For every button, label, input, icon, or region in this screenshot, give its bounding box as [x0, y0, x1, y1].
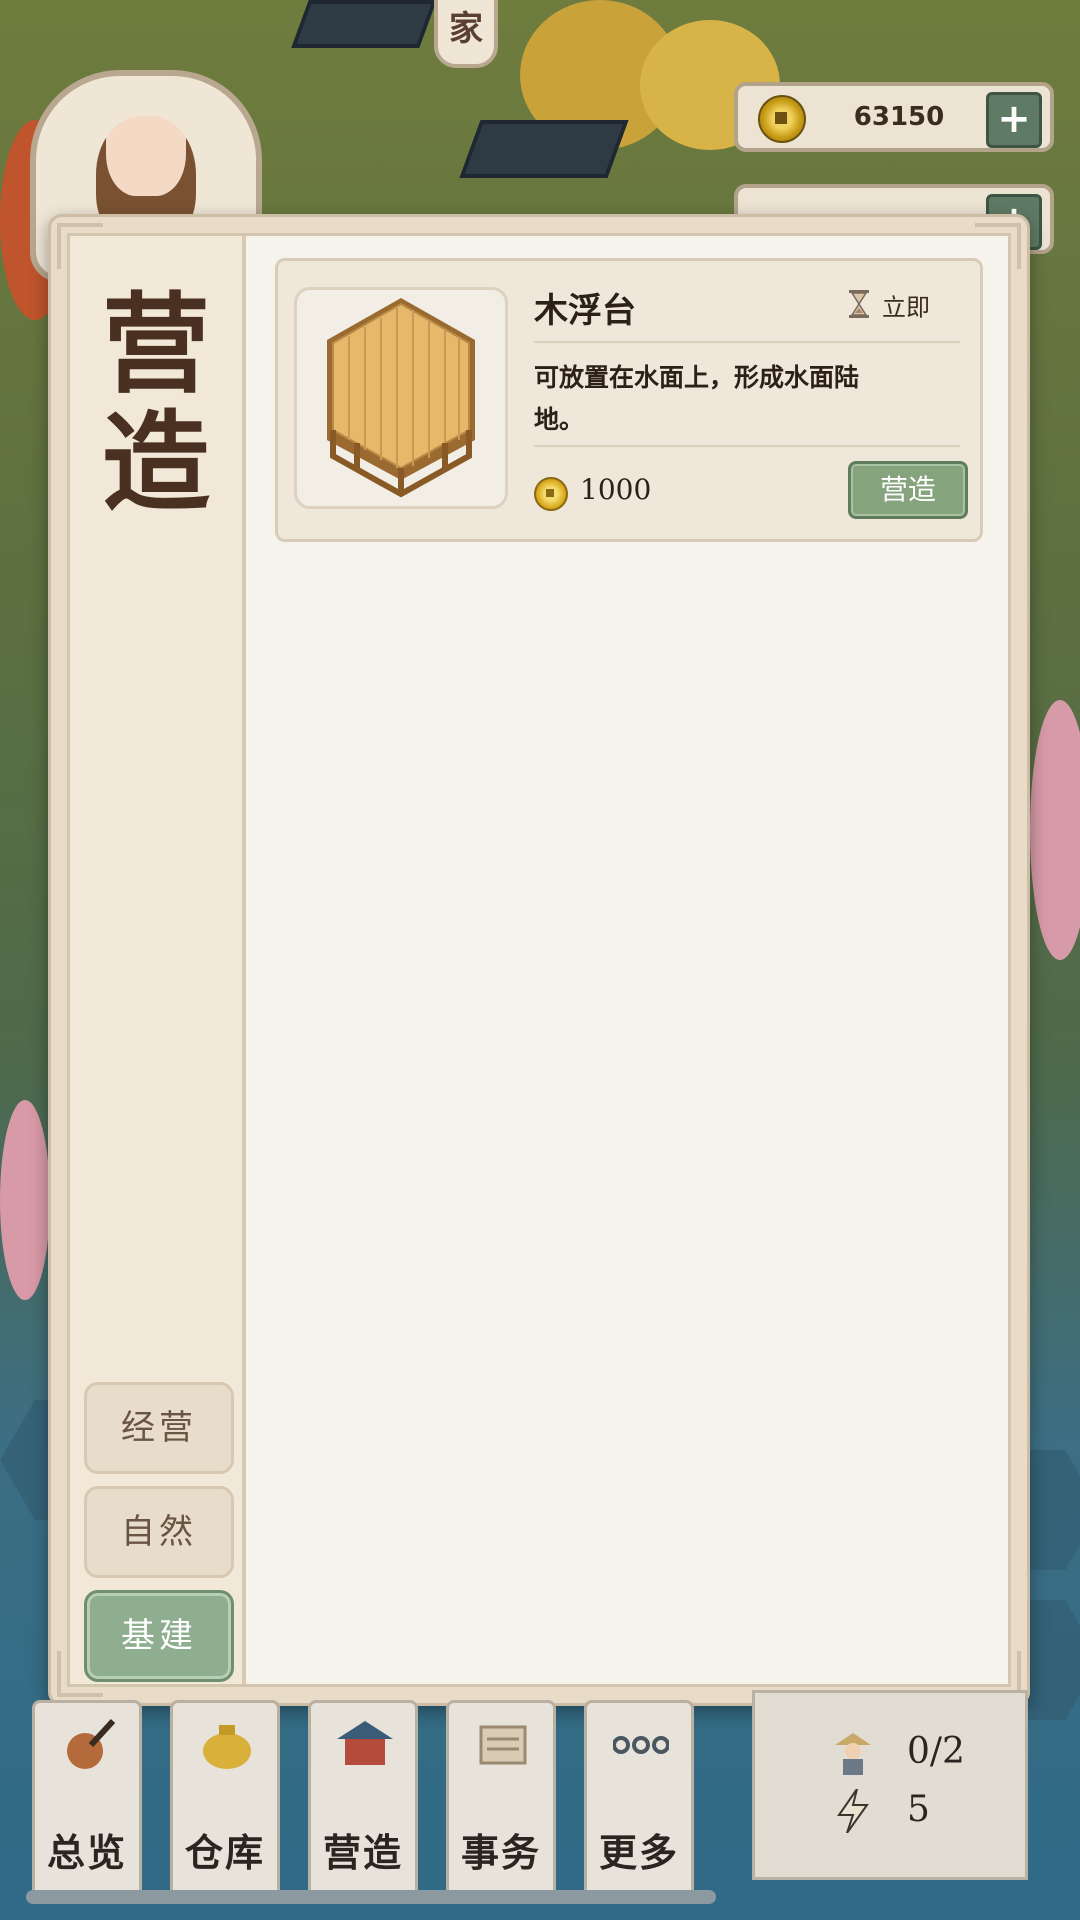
divider [534, 445, 960, 447]
documents-icon [475, 1717, 531, 1773]
more-icon [612, 1717, 670, 1773]
hourglass-icon [848, 289, 870, 329]
panel-title: 营 造 [70, 286, 242, 522]
build-item-card[interactable]: 木浮台 立即 可放置在水面上，形成水面陆地。 1000 营造 [275, 258, 983, 542]
nav-label: 更多 [598, 1830, 679, 1875]
build-panel: 营 造 经营 自然 基建 木浮台 立即 可放置在水面上，形成水面陆地。 1000… [48, 214, 1030, 1706]
house-roof [291, 0, 437, 48]
nav-label: 事务 [460, 1830, 541, 1875]
title-char-2: 造 [101, 400, 210, 526]
item-thumbnail [294, 287, 508, 509]
category-sidebar: 营 造 经营 自然 基建 [70, 236, 246, 1684]
nav-tab-overview[interactable]: 总览 [32, 1700, 142, 1900]
coin-icon [534, 477, 568, 511]
corner-ornament [57, 223, 103, 269]
family-tag[interactable]: 家 [434, 0, 498, 68]
nav-label: 总览 [46, 1830, 127, 1875]
add-coins-button[interactable]: + [986, 92, 1042, 148]
title-char-1: 营 [101, 282, 210, 408]
energy-value: 5 [907, 1789, 930, 1830]
nav-tab-more[interactable]: 更多 [584, 1700, 694, 1900]
money-bag-icon [199, 1717, 255, 1773]
corner-ornament [975, 223, 1021, 269]
divider [534, 341, 960, 343]
panel-content: 营 造 经营 自然 基建 木浮台 立即 可放置在水面上，形成水面陆地。 1000… [67, 233, 1011, 1687]
worker-icon [835, 1733, 871, 1784]
pavilion-icon [337, 1717, 393, 1773]
coin-icon [758, 95, 806, 143]
house-roof [459, 120, 629, 178]
build-time: 立即 [848, 289, 930, 325]
coin-value: 63150 [853, 102, 945, 132]
item-name: 木浮台 [534, 291, 636, 331]
nav-label: 营造 [322, 1830, 403, 1875]
category-button-business[interactable]: 经营 [84, 1382, 234, 1474]
workers-status: 0/2 [835, 1731, 965, 1784]
build-button[interactable]: 营造 [848, 461, 968, 519]
build-time-value: 立即 [882, 293, 930, 322]
nav-tab-affairs[interactable]: 事务 [446, 1700, 556, 1900]
brush-icon [61, 1717, 117, 1773]
wooden-platform-icon [327, 298, 475, 498]
lightning-icon [835, 1788, 871, 1842]
scroll-rod [26, 1890, 716, 1904]
energy-status: 5 [835, 1788, 930, 1842]
status-scroll: 0/2 5 [752, 1690, 1028, 1880]
category-button-infrastructure[interactable]: 基建 [84, 1590, 234, 1682]
workers-value: 0/2 [907, 1731, 965, 1772]
item-price: 1000 [580, 473, 652, 506]
nav-tab-warehouse[interactable]: 仓库 [170, 1700, 280, 1900]
category-button-nature[interactable]: 自然 [84, 1486, 234, 1578]
cherry-tree [0, 1100, 50, 1300]
nav-tab-build[interactable]: 营造 [308, 1700, 418, 1900]
nav-label: 仓库 [184, 1830, 265, 1875]
coin-counter: 63150 + [734, 82, 1054, 152]
item-description: 可放置在水面上，形成水面陆地。 [534, 363, 860, 434]
corner-ornament [57, 1651, 103, 1697]
